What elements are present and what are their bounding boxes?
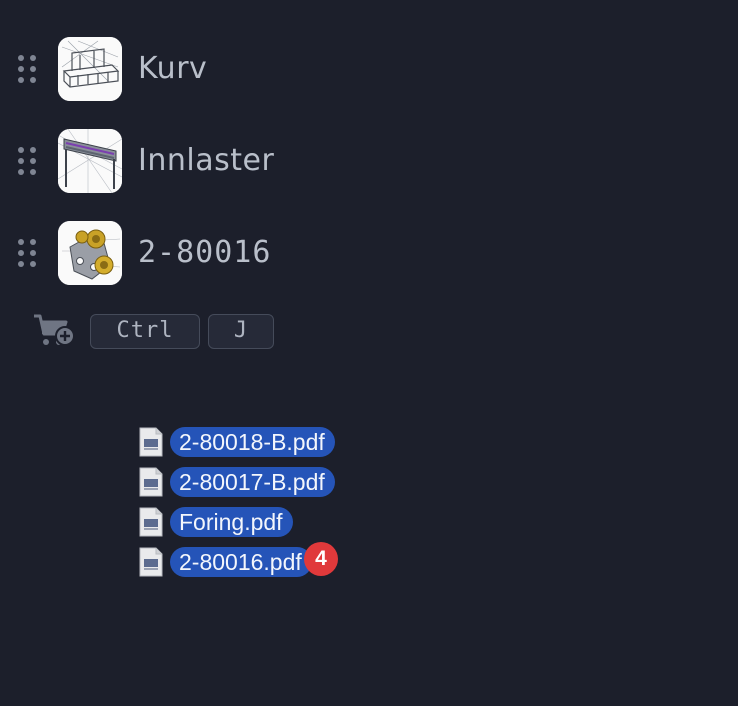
list-item[interactable]: Innlaster	[0, 128, 420, 194]
dragged-files: 2-80018-B.pdf 2-80017-B.pdf Foring.pdf 2…	[138, 424, 398, 584]
loader-drawing-icon	[58, 129, 122, 193]
dragged-file: 2-80018-B.pdf	[138, 424, 398, 458]
file-name: 2-80017-B.pdf	[170, 467, 335, 497]
add-to-cart-shortcut: Ctrl J	[32, 312, 292, 350]
list-item[interactable]: Kurv	[0, 36, 420, 102]
drag-handle-icon[interactable]	[18, 239, 36, 267]
drag-count-badge: 4	[304, 542, 338, 576]
item-label: Kurv	[138, 51, 208, 86]
j-key: J	[208, 314, 274, 349]
bracket-wheels-drawing-icon	[58, 221, 122, 285]
dragged-file: 2-80016.pdf	[138, 544, 398, 578]
list-item[interactable]: 2-80016	[0, 220, 420, 286]
dragged-file: 2-80017-B.pdf	[138, 464, 398, 498]
dragged-file: Foring.pdf	[138, 504, 398, 538]
drag-handle-icon[interactable]	[18, 147, 36, 175]
file-name: Foring.pdf	[170, 507, 293, 537]
item-label: 2-80016	[138, 235, 272, 270]
pdf-file-icon	[139, 427, 163, 457]
item-label: Innlaster	[138, 143, 275, 178]
pdf-file-icon	[139, 507, 163, 537]
basket-drawing-icon	[58, 37, 122, 101]
pdf-file-icon	[139, 547, 163, 577]
drag-handle-icon[interactable]	[18, 55, 36, 83]
file-name: 2-80018-B.pdf	[170, 427, 335, 457]
cart-panel: Kurv Innlaster 2-80016 Ctrl J 2-80018-B.…	[0, 0, 738, 706]
pdf-file-icon	[139, 467, 163, 497]
cart-add-icon[interactable]	[32, 312, 76, 350]
ctrl-key: Ctrl	[90, 314, 200, 349]
file-name: 2-80016.pdf	[170, 547, 312, 577]
